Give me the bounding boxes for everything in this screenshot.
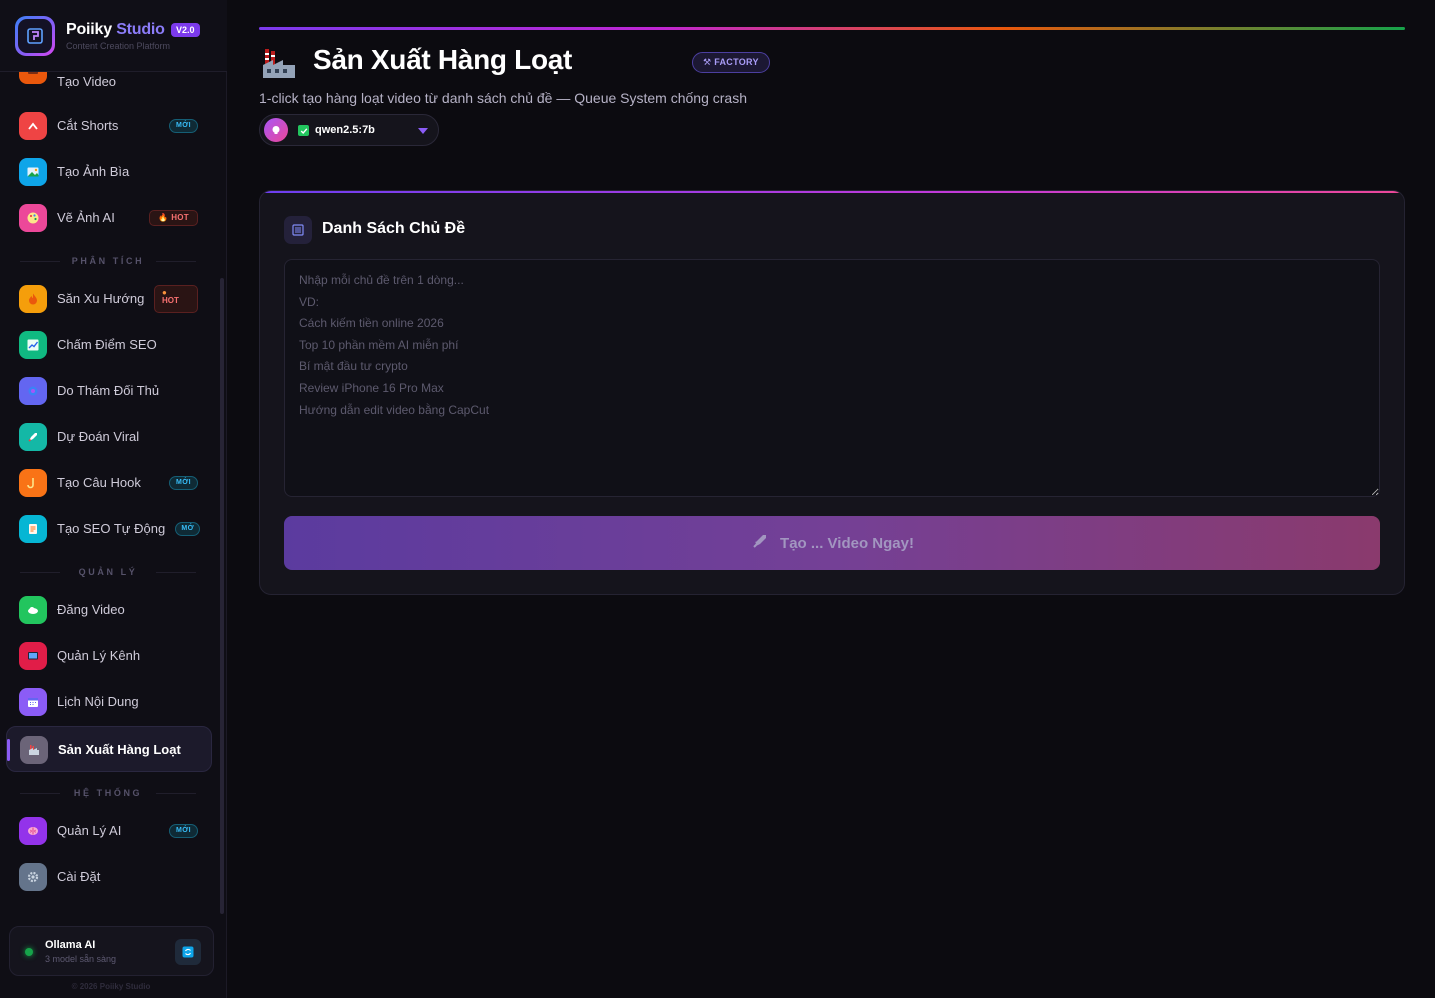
run-button-label: Tạo ... Video Ngay! bbox=[780, 534, 914, 552]
rocket-icon bbox=[19, 423, 47, 451]
hot-badge: ● HOT bbox=[154, 285, 198, 313]
new-badge: MỚI bbox=[169, 476, 198, 490]
topic-list-textarea[interactable] bbox=[284, 259, 1380, 497]
calendar-icon bbox=[19, 688, 47, 716]
chevron-down-icon bbox=[418, 128, 428, 134]
section-label-system: HỆ THỐNG bbox=[20, 788, 196, 798]
sidebar-item-tao-seo-tu-dong[interactable]: Tạo SEO Tự Động MỚ bbox=[6, 506, 212, 552]
section-label-analysis: PHÂN TÍCH bbox=[20, 256, 196, 266]
new-badge: MỚI bbox=[169, 824, 198, 838]
checkbox-checked-icon bbox=[298, 125, 309, 136]
panel-title: Danh Sách Chủ Đề bbox=[322, 220, 466, 237]
sidebar-item-label: Sản Xuất Hàng Loạt bbox=[58, 742, 181, 757]
sidebar-item-ve-anh-ai[interactable]: Vẽ Ảnh AI 🔥 HOT bbox=[6, 195, 212, 241]
status-subtitle: 3 model sẵn sàng bbox=[45, 954, 117, 964]
app-logo-icon bbox=[27, 28, 43, 44]
list-icon bbox=[284, 216, 312, 244]
palette-icon bbox=[19, 204, 47, 232]
sidebar-item-tao-anh-bia[interactable]: Tạo Ảnh Bìa bbox=[6, 149, 212, 195]
status-title: Ollama AI bbox=[45, 939, 96, 951]
cloud-upload-icon bbox=[19, 596, 47, 624]
model-select-value: qwen2.5:7b bbox=[315, 124, 375, 136]
sidebar-item-quan-ly-ai[interactable]: Quản Lý AI MỚI bbox=[6, 808, 212, 854]
sidebar-item-label: Tạo SEO Tự Động bbox=[57, 521, 166, 536]
gear-icon bbox=[19, 863, 47, 891]
sidebar-item-du-doan-viral[interactable]: Dự Đoán Viral bbox=[6, 414, 212, 460]
model-select[interactable]: qwen2.5:7b bbox=[259, 114, 439, 146]
sidebar-item-label: Cắt Shorts bbox=[57, 118, 119, 133]
sidebar-item-san-xuat-hang-loat[interactable]: Sản Xuất Hàng Loạt bbox=[6, 726, 212, 772]
sidebar-item-label: Săn Xu Hướng bbox=[57, 291, 145, 306]
factory-icon bbox=[261, 45, 297, 81]
sidebar-item-label: Tạo Video bbox=[57, 74, 117, 89]
tv-icon bbox=[19, 642, 47, 670]
image-icon bbox=[19, 158, 47, 186]
header-gradient-line bbox=[259, 27, 1405, 30]
scissors-icon bbox=[19, 112, 47, 140]
version-badge: V2.0 bbox=[171, 23, 200, 37]
sidebar-item-label: Quản Lý AI bbox=[57, 823, 122, 838]
refresh-icon bbox=[182, 946, 194, 958]
hook-icon bbox=[19, 469, 47, 497]
status-dot-icon bbox=[25, 948, 33, 956]
sidebar-item-label: Tạo Ảnh Bìa bbox=[57, 164, 130, 179]
brand-logo[interactable] bbox=[15, 16, 55, 56]
brand-header: Poiiky Studio V2.0 Content Creation Plat… bbox=[0, 0, 227, 72]
sidebar-item-label: Vẽ Ảnh AI bbox=[57, 210, 115, 225]
sidebar-scrollbar[interactable] bbox=[220, 278, 224, 914]
sidebar: Poiiky Studio V2.0 Content Creation Plat… bbox=[0, 0, 227, 998]
sidebar-item-label: Chấm Điểm SEO bbox=[57, 337, 157, 352]
memo-icon bbox=[19, 515, 47, 543]
new-badge: MỚ bbox=[175, 522, 200, 536]
sidebar-item-san-xu-huong[interactable]: Săn Xu Hướng ● HOT bbox=[6, 276, 212, 322]
sidebar-item-do-tham-doi-thu[interactable]: Do Thám Đối Thủ bbox=[6, 368, 212, 414]
sidebar-item-cai-dat[interactable]: Cài Đặt bbox=[6, 854, 212, 900]
new-badge: MỚI bbox=[169, 119, 198, 133]
run-batch-button[interactable]: Tạo ... Video Ngay! bbox=[284, 516, 1380, 570]
hot-badge: 🔥 HOT bbox=[149, 210, 198, 226]
sidebar-item-label: Lịch Nội Dung bbox=[57, 694, 139, 709]
brand-tagline: Content Creation Platform bbox=[66, 41, 171, 51]
copyright: © 2026 Poiiky Studio bbox=[71, 982, 151, 991]
brain-icon bbox=[19, 817, 47, 845]
sidebar-item-cat-shorts[interactable]: Cắt Shorts MỚI bbox=[6, 103, 212, 149]
sidebar-item-cham-diem-seo[interactable]: Chấm Điểm SEO bbox=[6, 322, 212, 368]
page-title: Sản Xuất Hàng Loạt bbox=[313, 44, 573, 75]
factory-icon bbox=[20, 736, 48, 764]
main-content: Sản Xuất Hàng Loạt ⚒ FACTORY 1-click tạo… bbox=[228, 0, 1435, 998]
brand-name: Poiiky Studio bbox=[66, 21, 165, 38]
spy-icon bbox=[19, 377, 47, 405]
sidebar-item-label: Đăng Video bbox=[57, 602, 125, 617]
rocket-icon bbox=[750, 531, 770, 555]
ollama-status-card: Ollama AI 3 model sẵn sàng bbox=[9, 926, 214, 976]
chart-up-icon bbox=[19, 331, 47, 359]
refresh-button[interactable] bbox=[175, 939, 201, 965]
fire-icon bbox=[19, 285, 47, 313]
sidebar-item-tao-cau-hook[interactable]: Tạo Câu Hook MỚI bbox=[6, 460, 212, 506]
brain-icon bbox=[264, 118, 288, 142]
factory-badge: ⚒ FACTORY bbox=[692, 52, 770, 73]
page-description: 1-click tạo hàng loạt video từ danh sách… bbox=[259, 90, 747, 106]
sidebar-item-label: Cài Đặt bbox=[57, 869, 101, 884]
topic-list-panel: Danh Sách Chủ Đề Tạo ... Video Ngay! bbox=[259, 190, 1405, 595]
sidebar-item-label: Do Thám Đối Thủ bbox=[57, 383, 160, 398]
hammer-pick-icon: ⚒ bbox=[703, 57, 712, 67]
sidebar-item-quan-ly-kenh[interactable]: Quản Lý Kênh bbox=[6, 633, 212, 679]
sidebar-item-label: Dự Đoán Viral bbox=[57, 429, 140, 444]
sidebar-item-label: Tạo Câu Hook bbox=[57, 475, 141, 490]
sidebar-item-dang-video[interactable]: Đăng Video bbox=[6, 587, 212, 633]
section-label-manage: QUẢN LÝ bbox=[20, 567, 196, 577]
sidebar-item-lich-noi-dung[interactable]: Lịch Nội Dung bbox=[6, 679, 212, 725]
sidebar-item-label: Quản Lý Kênh bbox=[57, 648, 141, 663]
